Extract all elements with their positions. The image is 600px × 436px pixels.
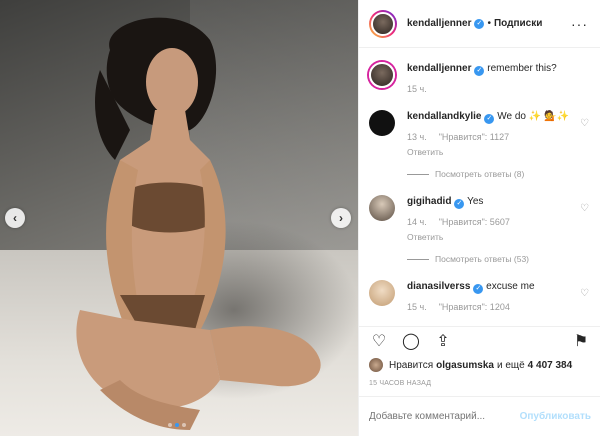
comment-like-icon[interactable]: ♡ bbox=[580, 118, 589, 129]
comment-text: We do ✨ 💁✨ bbox=[497, 111, 569, 122]
comment-item: gigihadid ✓ Yes 14 ч. "Нравится": 5607 От… bbox=[369, 195, 589, 266]
commenter-avatar[interactable] bbox=[369, 280, 395, 306]
comment-time[interactable]: 15 ч. bbox=[407, 300, 427, 314]
post-header: kendalljenner ✓ • Подписки ··· bbox=[359, 0, 600, 48]
comment-username[interactable]: gigihadid bbox=[407, 196, 451, 207]
post-timestamp[interactable]: 15 ЧАСОВ НАЗАД bbox=[369, 380, 431, 387]
commenter-avatar[interactable] bbox=[369, 110, 395, 136]
comment-item: kendallandkylie ✓ We do ✨ 💁✨ 13 ч. "Нрави… bbox=[369, 110, 589, 181]
comment-like-icon[interactable]: ♡ bbox=[580, 288, 589, 299]
likes-count[interactable]: 4 407 384 bbox=[528, 360, 573, 371]
comment-input[interactable] bbox=[369, 411, 520, 422]
comment-text: remember this? bbox=[487, 63, 557, 74]
post-sidebar: kendalljenner ✓ • Подписки ··· kendallje… bbox=[358, 0, 600, 436]
more-options-icon[interactable]: ··· bbox=[571, 16, 588, 32]
add-comment-bar: Опубликовать bbox=[359, 396, 600, 436]
likes-prefix: Нравится bbox=[389, 359, 434, 371]
post-photo[interactable]: ‹ › bbox=[0, 0, 358, 436]
verified-badge-icon: ✓ bbox=[474, 66, 485, 76]
liker-avatar[interactable] bbox=[369, 358, 383, 372]
reply-button[interactable]: Ответить bbox=[407, 145, 589, 159]
comment-caption: kendalljenner ✓ remember this? 15 ч. bbox=[369, 62, 589, 96]
commenter-avatar[interactable] bbox=[369, 195, 395, 221]
comment-username[interactable]: kendallandkylie bbox=[407, 111, 481, 122]
comment-time[interactable]: 14 ч. bbox=[407, 215, 427, 229]
liker-username[interactable]: olgasumska bbox=[436, 360, 494, 371]
comment-icon[interactable]: ◯ bbox=[401, 331, 421, 351]
commenter-avatar[interactable] bbox=[369, 62, 395, 88]
save-icon[interactable]: ⚑ bbox=[571, 331, 591, 351]
view-replies-button[interactable]: Посмотреть ответы (8) bbox=[407, 167, 589, 181]
likes-summary: Нравится olgasumska и ещё 4 407 384 bbox=[369, 358, 597, 372]
comment-text: Yes bbox=[467, 196, 484, 207]
verified-badge-icon: ✓ bbox=[474, 18, 485, 29]
comment-item: dianasilverss ✓ excuse me 15 ч. "Нравится… bbox=[369, 280, 589, 314]
header-separator: • bbox=[487, 18, 491, 29]
comment-likes[interactable]: "Нравится": 1127 bbox=[439, 130, 509, 144]
verified-badge-icon: ✓ bbox=[484, 114, 495, 124]
like-icon[interactable]: ♡ bbox=[369, 331, 389, 351]
comment-time[interactable]: 13 ч. bbox=[407, 130, 427, 144]
carousel-dot bbox=[168, 423, 172, 427]
verified-badge-icon: ✓ bbox=[473, 284, 484, 294]
carousel-dot-active bbox=[175, 423, 179, 427]
reply-button[interactable]: Ответить bbox=[407, 230, 589, 244]
comment-time[interactable]: 15 ч. bbox=[407, 82, 427, 96]
verified-badge-icon: ✓ bbox=[454, 199, 465, 209]
carousel-next-button[interactable]: › bbox=[331, 208, 351, 228]
comment-username[interactable]: dianasilverss bbox=[407, 281, 470, 292]
comment-likes[interactable]: "Нравится": 5607 bbox=[439, 215, 510, 229]
carousel-prev-button[interactable]: ‹ bbox=[5, 208, 25, 228]
model-figure bbox=[76, 17, 321, 430]
post-actions: ♡ ◯ ⇪ ⚑ bbox=[359, 326, 600, 354]
share-icon[interactable]: ⇪ bbox=[433, 331, 453, 351]
comments-list: kendalljenner ✓ remember this? 15 ч. kend… bbox=[359, 48, 600, 326]
comment-username[interactable]: kendalljenner bbox=[407, 63, 471, 74]
view-replies-button[interactable]: Посмотреть ответы (53) bbox=[407, 252, 589, 266]
author-username[interactable]: kendalljenner bbox=[407, 18, 471, 29]
comment-likes[interactable]: "Нравится": 1204 bbox=[439, 300, 510, 314]
following-button[interactable]: Подписки bbox=[494, 18, 542, 29]
comment-text: excuse me bbox=[486, 281, 535, 292]
publish-button[interactable]: Опубликовать bbox=[520, 411, 591, 422]
author-avatar[interactable] bbox=[369, 9, 397, 38]
carousel-indicator bbox=[168, 423, 186, 427]
comment-like-icon[interactable]: ♡ bbox=[580, 203, 589, 214]
carousel-dot bbox=[182, 423, 186, 427]
likes-middle: и ещё bbox=[496, 359, 525, 371]
